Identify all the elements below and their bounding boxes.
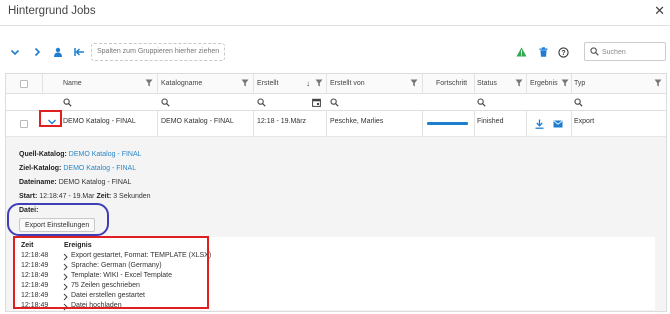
close-icon[interactable]: ✕ [654, 3, 665, 19]
status-text: Finished [477, 118, 504, 125]
col-header-katalogname[interactable]: Katalogname [161, 74, 202, 94]
filter-row [6, 94, 666, 111]
filter-icon[interactable] [654, 79, 662, 87]
quell-katalog-line: Quell-Katalog: DEMO Katalog - FINAL [19, 151, 142, 158]
search-icon[interactable] [574, 98, 583, 107]
sort-descending-icon[interactable]: ↓ [306, 74, 310, 94]
cell-erstellt-von: Peschke, Marlies [330, 118, 384, 125]
col-header-name[interactable]: Name [63, 74, 82, 94]
search-icon[interactable] [257, 98, 266, 107]
highlight-export-settings [7, 203, 109, 236]
expand-all-icon[interactable] [31, 46, 43, 58]
back-arrow-icon[interactable] [73, 46, 85, 58]
filter-icon[interactable] [315, 79, 323, 87]
col-header-status[interactable]: Status [477, 74, 497, 94]
col-header-typ[interactable]: Typ [574, 74, 585, 94]
row-checkbox[interactable] [20, 120, 28, 128]
cell-katalogname: DEMO Katalog - FINAL [161, 118, 234, 125]
calendar-icon[interactable] [312, 98, 321, 107]
filter-icon[interactable] [241, 79, 249, 87]
table-row[interactable]: DEMO Katalog - FINAL DEMO Katalog - FINA… [6, 111, 666, 137]
filter-icon[interactable] [410, 79, 418, 87]
dateiname-line: Dateiname: DEMO Katalog - FINAL [19, 179, 132, 186]
search-icon[interactable] [477, 98, 486, 107]
help-icon[interactable]: ? [557, 46, 569, 58]
mail-icon[interactable] [553, 120, 563, 128]
col-header-erstellt-von[interactable]: Erstellt von [330, 74, 365, 94]
search-icon[interactable] [63, 98, 72, 107]
cell-typ: Export [574, 118, 595, 125]
search-icon[interactable] [330, 98, 339, 107]
col-header-fortschritt[interactable]: Fortschritt [436, 74, 467, 94]
warning-icon[interactable] [515, 46, 527, 58]
group-by-drop-zone[interactable]: Spalten zum Gruppieren hierher ziehen [91, 43, 225, 61]
window-title: Hintergrund Jobs [8, 5, 96, 17]
progress-bar [427, 122, 468, 125]
ziel-katalog-link[interactable]: DEMO Katalog - FINAL [63, 165, 136, 172]
grid-header: Name Katalogname Erstellt ↓ Erstellt von… [6, 74, 666, 111]
filter-icon[interactable] [145, 79, 153, 87]
select-all-checkbox[interactable] [20, 80, 28, 88]
quell-katalog-link[interactable]: DEMO Katalog - FINAL [69, 151, 142, 158]
search-input[interactable] [602, 46, 662, 58]
ziel-katalog-line: Ziel-Katalog: DEMO Katalog - FINAL [19, 165, 137, 172]
search-icon [590, 47, 599, 58]
col-header-erstellt[interactable]: Erstellt [257, 74, 278, 94]
filter-icon[interactable] [515, 79, 523, 87]
trash-icon[interactable] [537, 46, 549, 58]
cell-name: DEMO Katalog - FINAL [63, 118, 136, 125]
download-icon[interactable] [535, 119, 544, 129]
collapse-all-icon[interactable] [9, 46, 21, 58]
filter-icon[interactable] [561, 79, 569, 87]
search-box[interactable] [584, 42, 666, 61]
col-header-ergebnis[interactable]: Ergebnis [530, 74, 558, 94]
search-icon[interactable] [161, 98, 170, 107]
cell-erstellt: 12:18 - 19.März [257, 118, 307, 125]
highlight-events-log [13, 236, 209, 309]
title-bar: Hintergrund Jobs ✕ [0, 0, 670, 26]
highlight-expand-toggle [39, 110, 62, 127]
user-icon[interactable] [52, 46, 64, 58]
svg-text:?: ? [561, 50, 565, 57]
start-line: Start: 12:18:47 - 19.Mar Zeit: 3 Sekunde… [19, 193, 151, 200]
